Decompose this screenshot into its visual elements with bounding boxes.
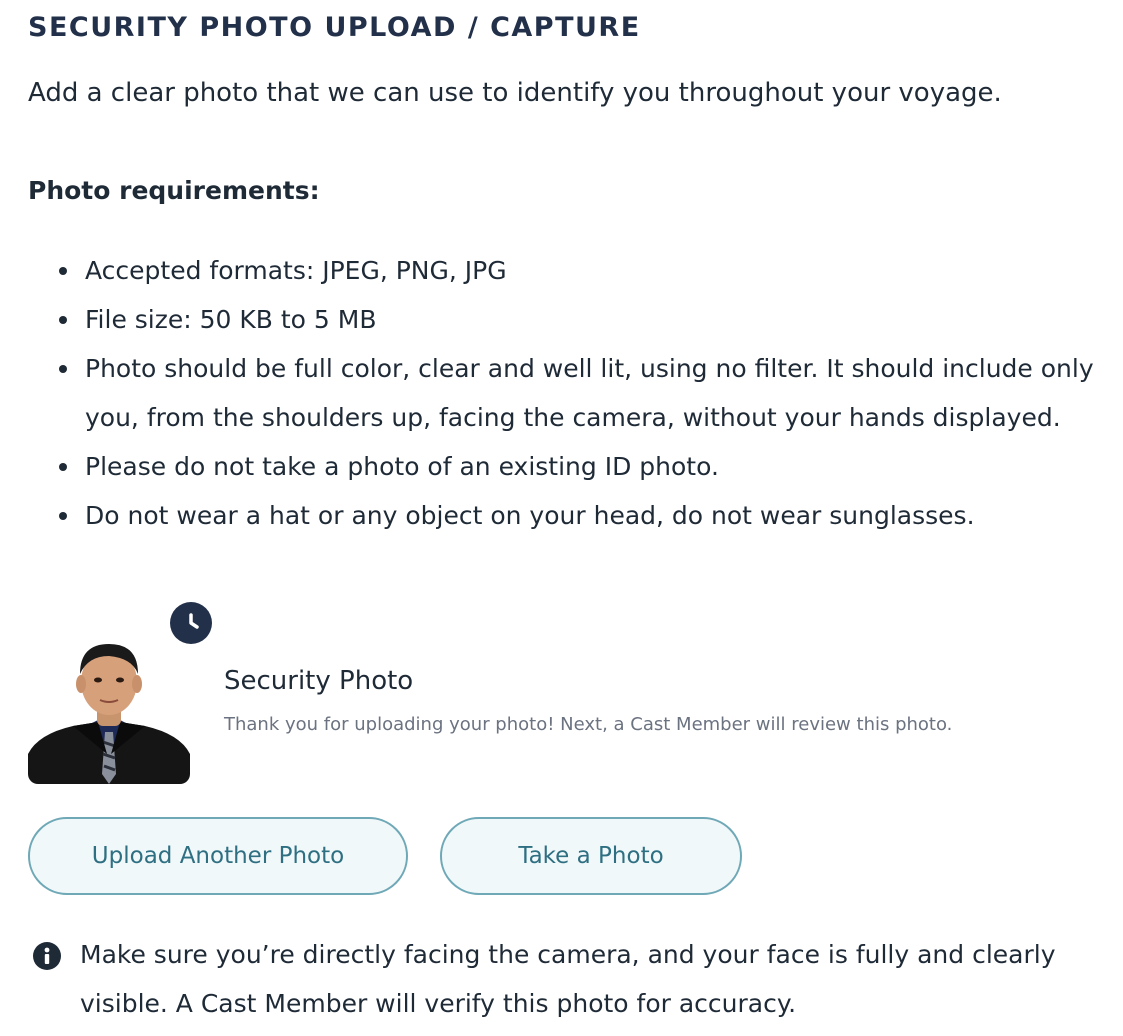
requirement-item: Photo should be full color, clear and we… bbox=[28, 344, 1108, 442]
bullet-icon bbox=[59, 267, 67, 275]
uploaded-photo-card: Security Photo Thank you for uploading y… bbox=[28, 596, 1108, 786]
requirement-text: Do not wear a hat or any object on your … bbox=[85, 501, 975, 530]
requirement-item: Do not wear a hat or any object on your … bbox=[28, 491, 1108, 540]
bullet-icon bbox=[59, 512, 67, 520]
section-title: SECURITY PHOTO UPLOAD / CAPTURE bbox=[28, 12, 641, 43]
requirement-text: Accepted formats: JPEG, PNG, JPG bbox=[85, 256, 507, 285]
clock-icon bbox=[170, 602, 212, 644]
section-intro: Add a clear photo that we can use to ide… bbox=[28, 78, 1002, 108]
upload-another-photo-button[interactable]: Upload Another Photo bbox=[28, 817, 408, 895]
requirement-text: Photo should be full color, clear and we… bbox=[85, 354, 1094, 432]
info-icon bbox=[33, 942, 61, 970]
bullet-icon bbox=[59, 316, 67, 324]
requirements-heading: Photo requirements: bbox=[28, 176, 320, 205]
requirement-text: Please do not take a photo of an existin… bbox=[85, 452, 719, 481]
security-photo-thumbnail bbox=[28, 634, 190, 784]
requirement-item: Accepted formats: JPEG, PNG, JPG bbox=[28, 246, 1108, 295]
requirement-item: File size: 50 KB to 5 MB bbox=[28, 295, 1108, 344]
take-a-photo-button[interactable]: Take a Photo bbox=[440, 817, 742, 895]
bullet-icon bbox=[59, 365, 67, 373]
requirement-text: File size: 50 KB to 5 MB bbox=[85, 305, 377, 334]
photo-status-message: Thank you for uploading your photo! Next… bbox=[224, 714, 953, 735]
portrait-image bbox=[28, 634, 190, 784]
requirements-list: Accepted formats: JPEG, PNG, JPG File si… bbox=[28, 246, 1108, 540]
notice-text: Make sure you’re directly facing the cam… bbox=[80, 940, 1056, 1018]
photo-title: Security Photo bbox=[224, 666, 414, 696]
bullet-icon bbox=[59, 463, 67, 471]
requirement-item: Please do not take a photo of an existin… bbox=[28, 442, 1108, 491]
